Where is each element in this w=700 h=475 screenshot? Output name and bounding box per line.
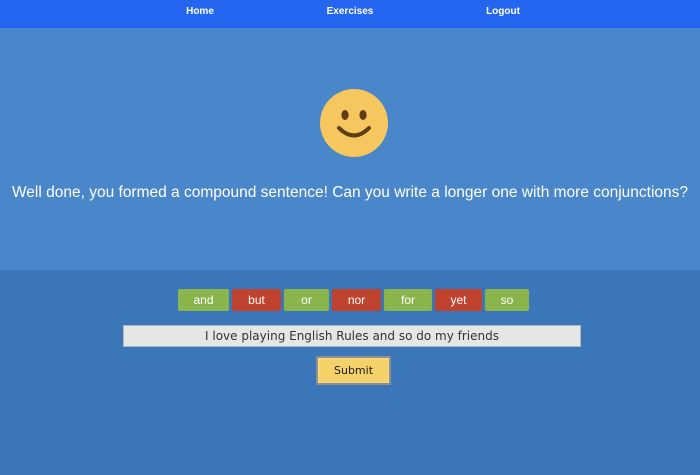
smiley-face-icon [320, 89, 388, 157]
nav-home-link[interactable]: Home [186, 0, 214, 24]
feedback-message: Well done, you formed a compound sentenc… [11, 184, 689, 201]
conjunction-so-button[interactable]: so [485, 289, 529, 311]
conjunction-or-button[interactable]: or [284, 289, 329, 311]
nav-logout-link[interactable]: Logout [486, 0, 520, 24]
sentence-input[interactable] [123, 325, 581, 347]
conjunction-and-button[interactable]: and [178, 289, 229, 311]
conjunction-but-button[interactable]: but [232, 289, 281, 311]
conjunction-for-button[interactable]: for [384, 289, 432, 311]
conjunction-nor-button[interactable]: nor [332, 289, 381, 311]
top-navbar: Home Exercises Logout [0, 0, 700, 28]
conjunction-yet-button[interactable]: yet [435, 289, 482, 311]
submit-button[interactable]: Submit [316, 356, 391, 385]
feedback-panel: Well done, you formed a compound sentenc… [0, 28, 700, 270]
conjunction-buttons: and but or nor for yet so [0, 289, 700, 311]
nav-exercises-link[interactable]: Exercises [327, 0, 374, 24]
